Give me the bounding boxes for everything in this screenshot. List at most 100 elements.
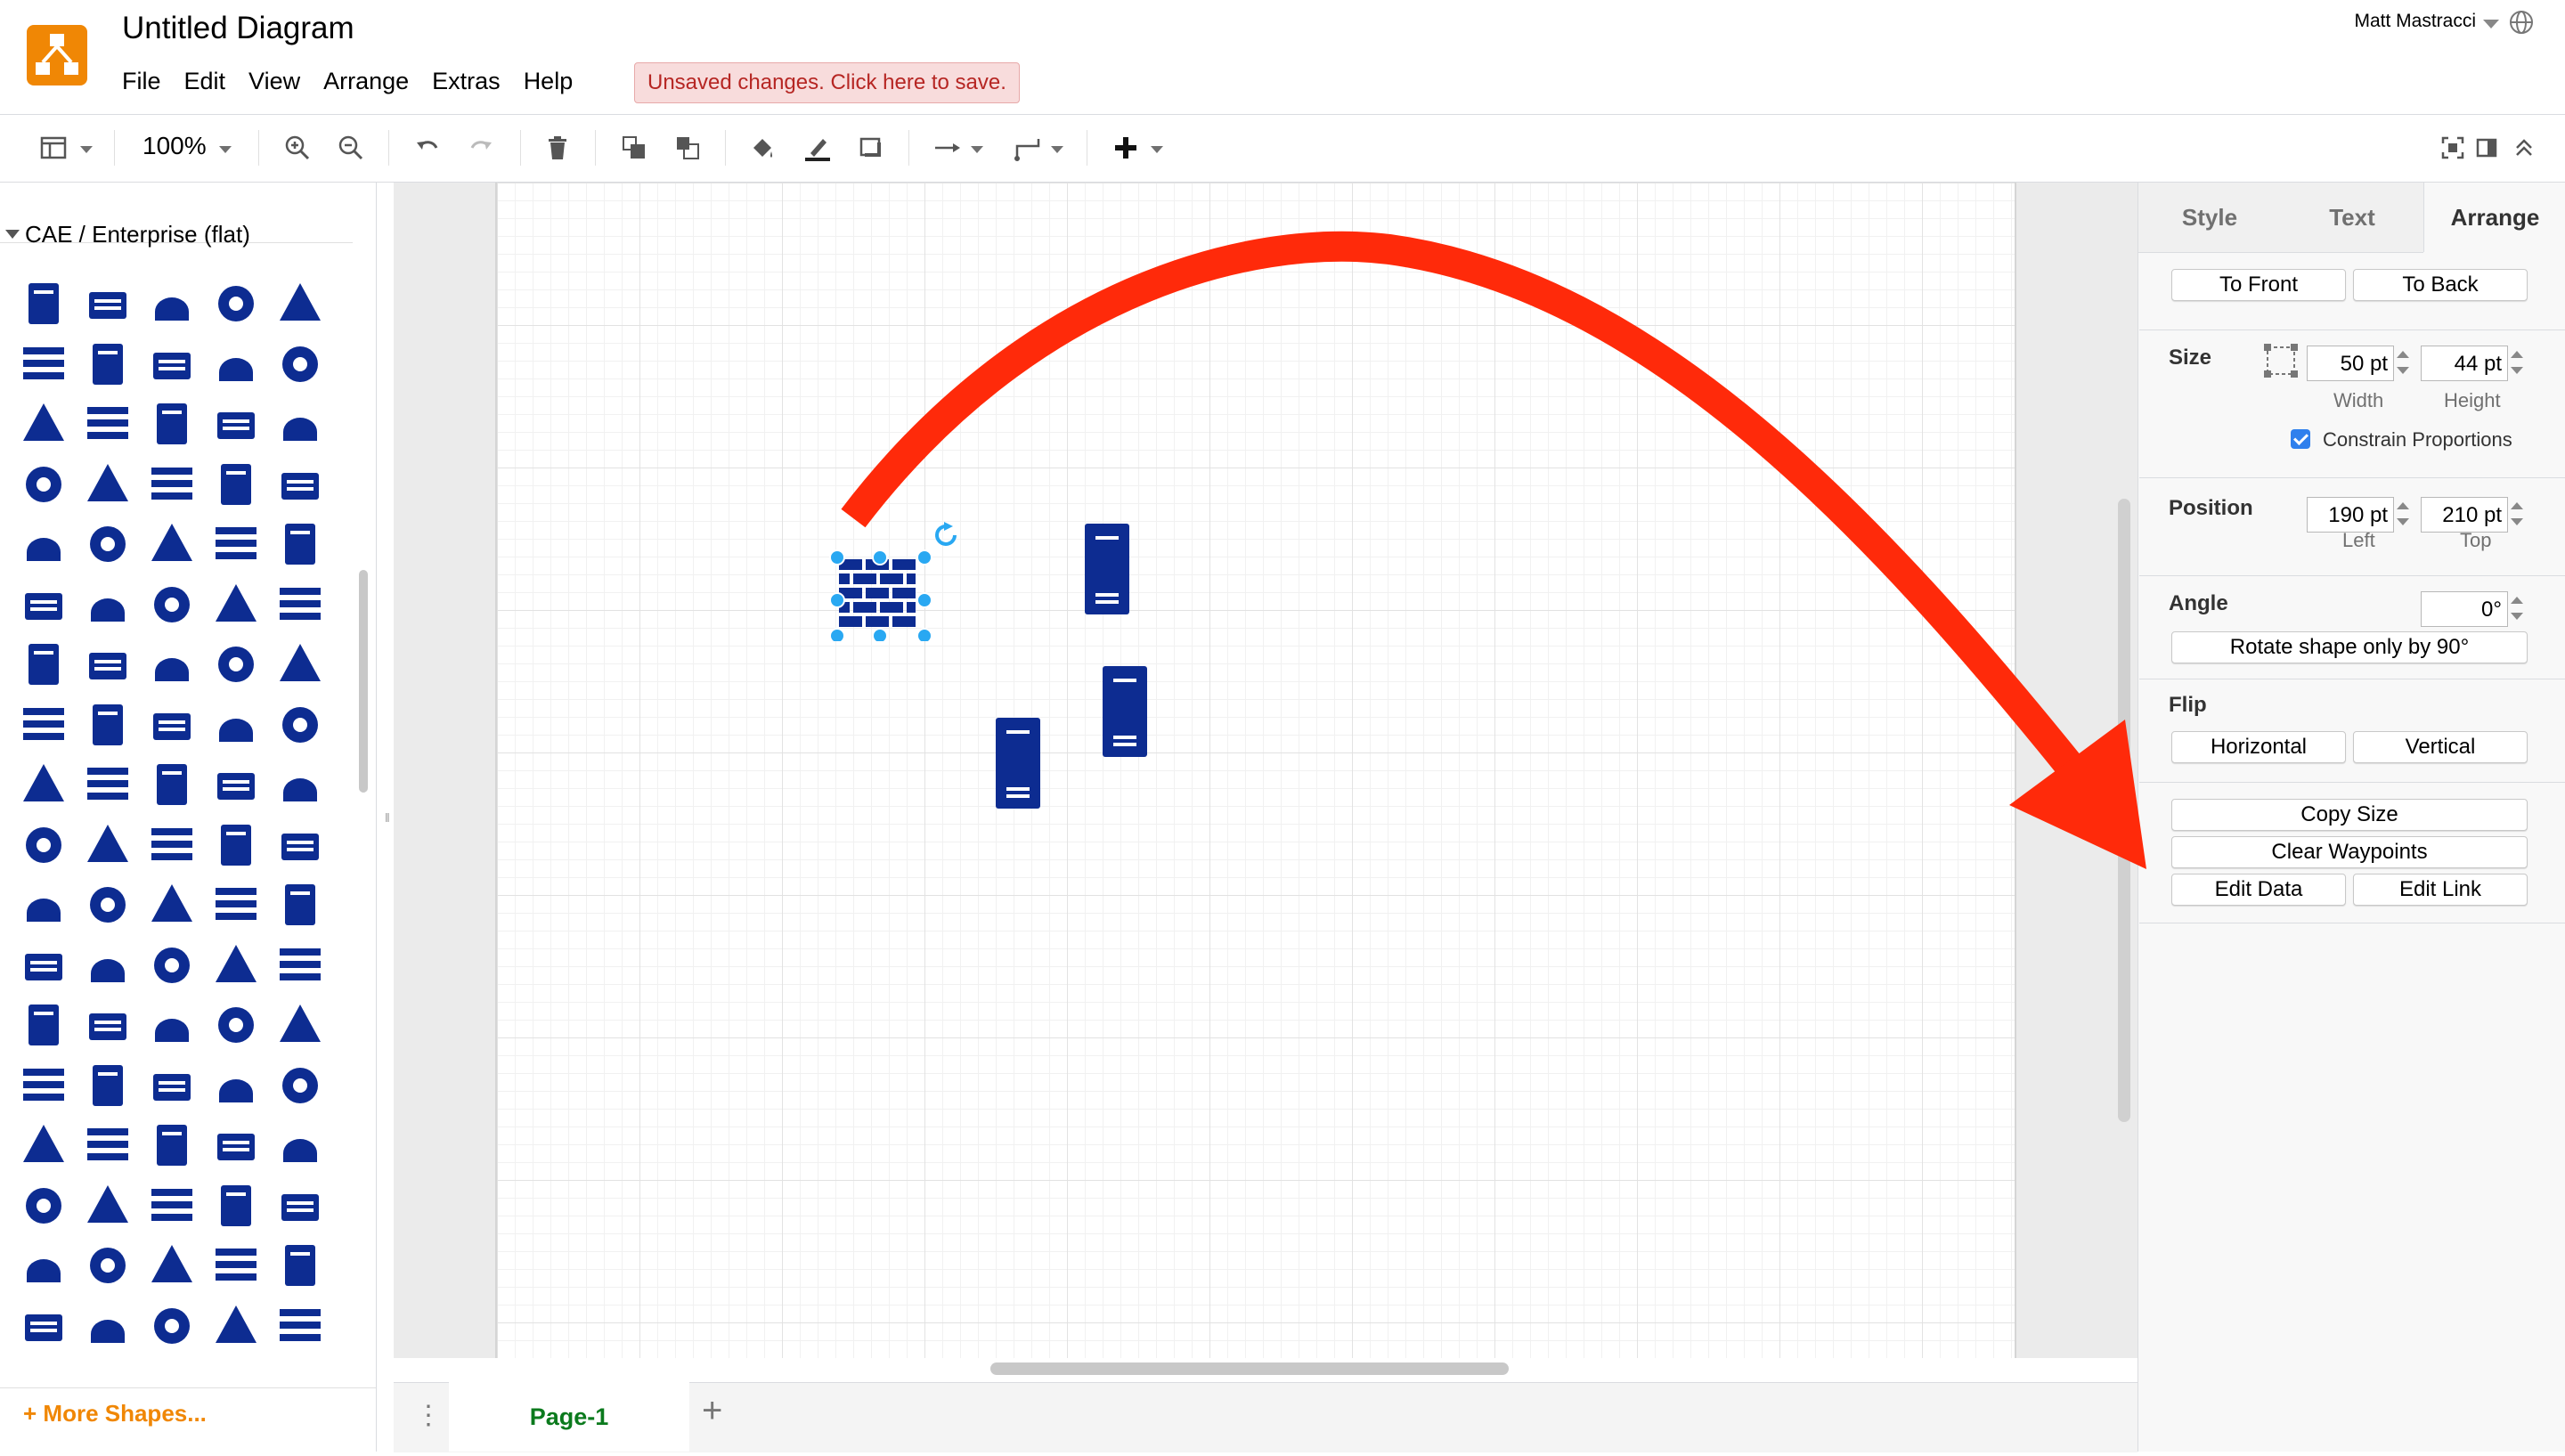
server-workstation-icon[interactable] (144, 337, 200, 392)
toolbox-icon[interactable] (16, 1238, 71, 1293)
diagram-page[interactable] (497, 183, 2015, 1358)
menu-help[interactable]: Help (513, 66, 584, 97)
database-icon[interactable] (273, 457, 328, 512)
document-export-icon[interactable] (80, 697, 135, 752)
menu-edit[interactable]: Edit (174, 66, 237, 97)
user-icon[interactable] (144, 1298, 200, 1354)
workstations-icon[interactable] (208, 517, 264, 572)
pages-menu-icon[interactable]: ⋮ (415, 1400, 442, 1431)
certificate-icon[interactable] (144, 396, 200, 451)
firewall-shape[interactable] (828, 525, 944, 641)
language-globe-icon[interactable] (2508, 9, 2535, 36)
edit-data-button[interactable]: Edit Data (2171, 874, 2346, 906)
constrain-proportions-checkbox[interactable] (2291, 429, 2310, 449)
target-icon[interactable] (16, 938, 71, 993)
area-chart-icon[interactable] (208, 637, 264, 692)
tab-page-1[interactable]: Page-1 (449, 1382, 689, 1452)
canvas-vertical-scrollbar[interactable] (2118, 499, 2130, 1122)
powershell-icon[interactable] (273, 938, 328, 993)
file-server-icon[interactable] (16, 517, 71, 572)
waypoints-icon[interactable] (1010, 130, 1046, 166)
settings-file-icon[interactable] (80, 1178, 135, 1233)
user-menu-caret-icon[interactable] (2483, 20, 2499, 28)
server-shape[interactable] (1103, 666, 1147, 757)
sidebar-scrollbar[interactable] (359, 570, 368, 793)
bar-icon[interactable] (144, 1238, 200, 1293)
menu-arrange[interactable]: Arrange (313, 66, 419, 97)
secure-server-icon[interactable] (144, 997, 200, 1053)
user-support-icon[interactable] (208, 1298, 264, 1354)
tab-style[interactable]: Style (2138, 183, 2281, 253)
weightlifter-icon[interactable] (208, 757, 264, 812)
library-title[interactable]: CAE / Enterprise (flat) (25, 221, 250, 248)
cloud-upload-icon[interactable] (16, 396, 71, 451)
server-stack-icon[interactable] (144, 1118, 200, 1173)
locked-icon[interactable] (16, 817, 71, 873)
height-spinner[interactable] (2508, 346, 2526, 381)
network-switch-icon[interactable] (208, 997, 264, 1053)
network-users-icon[interactable] (208, 337, 264, 392)
user-name[interactable]: Matt Mastracci (2354, 11, 2476, 32)
top-input[interactable]: 210 pt (2421, 497, 2508, 533)
cloud-icon[interactable] (273, 396, 328, 451)
tiles-icon[interactable] (144, 817, 200, 873)
width-input[interactable]: 50 pt (2307, 346, 2394, 381)
unlocked-icon[interactable] (273, 757, 328, 812)
rotate-90-button[interactable]: Rotate shape only by 90° (2171, 631, 2528, 663)
toggle-panel-icon[interactable] (2469, 130, 2504, 166)
monitor-screen-icon[interactable] (208, 396, 264, 451)
laptop-icon[interactable] (80, 757, 135, 812)
insert-icon[interactable] (1108, 130, 1144, 166)
service-icon[interactable] (144, 1058, 200, 1113)
film-icon[interactable] (273, 1298, 328, 1354)
tools-icon[interactable] (80, 817, 135, 873)
waypoints-caret-icon[interactable] (1051, 146, 1063, 153)
cloud-small-icon[interactable] (16, 457, 71, 512)
width-spinner[interactable] (2394, 346, 2412, 381)
settings-gear-icon[interactable] (208, 1118, 264, 1173)
constrain-proportions-label[interactable]: Constrain Proportions (2323, 428, 2512, 451)
router-icon[interactable] (144, 637, 200, 692)
list-view-icon[interactable] (144, 1178, 200, 1233)
menu-extras[interactable]: Extras (421, 66, 511, 97)
collapse-icon[interactable] (2506, 130, 2542, 166)
heart-monitor-icon[interactable] (273, 637, 328, 692)
code-braces-icon[interactable] (273, 517, 328, 572)
insert-caret-icon[interactable] (1151, 146, 1163, 153)
heart-check-icon[interactable] (16, 697, 71, 752)
database-server-icon[interactable] (80, 276, 135, 331)
no-entry-icon[interactable] (208, 877, 264, 932)
zoom-caret-icon[interactable] (219, 146, 232, 153)
android-device-icon[interactable] (144, 276, 200, 331)
monitoring-icon[interactable] (273, 817, 328, 873)
patch-panel-icon[interactable] (80, 997, 135, 1053)
load-balancer-icon[interactable] (144, 757, 200, 812)
cloud-filled-icon[interactable] (208, 697, 264, 752)
height-input[interactable]: 44 pt (2421, 346, 2508, 381)
zoom-level[interactable]: 100% (142, 132, 207, 160)
undo-icon[interactable] (410, 130, 445, 166)
tower-server-icon[interactable] (273, 1058, 328, 1113)
waveform-icon[interactable] (273, 877, 328, 932)
mouse-icon[interactable] (80, 877, 135, 932)
edit-link-button[interactable]: Edit Link (2353, 874, 2528, 906)
line-color-icon[interactable] (800, 130, 835, 166)
angle-input[interactable]: 0° (2421, 591, 2508, 627)
server-shape[interactable] (996, 718, 1040, 809)
site-collection-icon[interactable] (16, 1178, 71, 1233)
app-icon[interactable] (208, 276, 264, 331)
function-scroll-icon[interactable] (208, 1238, 264, 1293)
canvas-horizontal-scrollbar[interactable] (990, 1362, 1509, 1375)
server-rack-icon[interactable] (16, 1118, 71, 1173)
angle-spinner[interactable] (2508, 591, 2526, 627)
left-spinner[interactable] (2394, 497, 2412, 533)
view-menu-caret-icon[interactable] (80, 146, 93, 153)
to-front-icon[interactable] (616, 130, 652, 166)
storage-device-icon[interactable] (208, 1058, 264, 1113)
remote-desktop-icon[interactable] (16, 1058, 71, 1113)
autosize-icon[interactable] (2262, 342, 2300, 379)
code-file-icon[interactable] (80, 1058, 135, 1113)
connector-icon[interactable] (208, 457, 264, 512)
server-sync-icon[interactable] (80, 517, 135, 572)
menu-view[interactable]: View (238, 66, 311, 97)
